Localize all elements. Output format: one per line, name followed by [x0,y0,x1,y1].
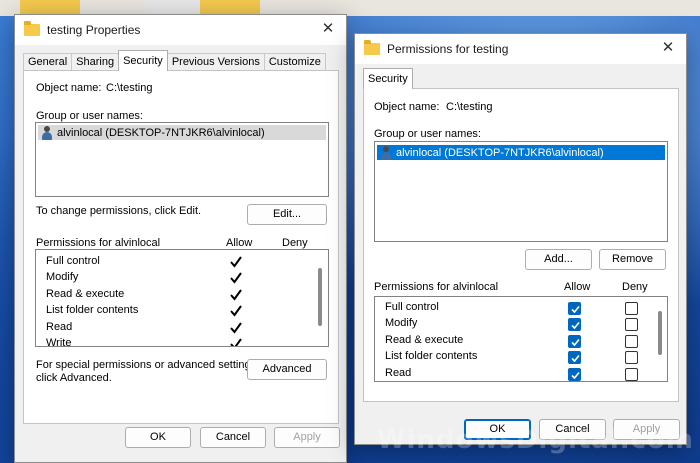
permission-row: Modify [46,271,79,283]
permissions-list[interactable]: Full control Modify Read & execute List … [35,249,329,347]
permission-row: Full control [385,301,439,313]
user-list-item[interactable]: alvinlocal (DESKTOP-7NTJKR6\alvinlocal) [377,145,665,160]
permission-row: Write [46,337,72,347]
advanced-button[interactable]: Advanced [247,359,327,380]
tab-general[interactable]: General [23,53,73,71]
remove-button[interactable]: Remove [599,249,666,270]
allow-check-icon [230,305,242,317]
deny-checkbox[interactable] [625,302,638,315]
permissions-label: Permissions for alvinlocal [374,281,499,293]
deny-checkbox[interactable] [625,351,638,364]
deny-header: Deny [622,281,648,293]
tab-customize[interactable]: Customize [263,53,326,71]
permissions-label: Permissions for alvinlocal [36,237,161,249]
allow-checkbox[interactable] [568,335,581,348]
permission-row: Read & execute [46,288,125,300]
permission-row: Modify [385,317,418,329]
allow-checkbox[interactable] [568,302,581,315]
object-name-label: Object name: [374,101,440,113]
allow-check-icon [230,272,242,284]
permission-row: Read & execute [385,334,464,346]
deny-checkbox[interactable] [625,368,638,381]
special-permissions-hint-2: click Advanced. [36,372,112,384]
user-listbox[interactable]: alvinlocal (DESKTOP-7NTJKR6\alvinlocal) [35,122,329,197]
permissions-titlebar[interactable]: Permissions for testing ✕ [355,34,686,64]
ok-button[interactable]: OK [125,427,191,448]
window-title: Permissions for testing [387,42,509,56]
user-listbox[interactable]: alvinlocal (DESKTOP-7NTJKR6\alvinlocal) [374,141,668,242]
change-permissions-hint: To change permissions, click Edit. [36,205,202,217]
permission-row: Read [385,367,412,379]
group-label: Group or user names: [374,128,481,140]
properties-window: testing Properties ✕ General Sharing Sec… [14,14,347,463]
tab-previous-versions[interactable]: Previous Versions [166,53,265,71]
user-icon [40,125,54,140]
deny-checkbox[interactable] [625,335,638,348]
close-icon[interactable]: ✕ [320,21,336,37]
allow-header: Allow [564,281,591,293]
properties-titlebar[interactable]: testing Properties ✕ [15,15,346,45]
add-button[interactable]: Add... [525,249,592,270]
permission-row: List folder contents [385,350,478,362]
allow-check-icon [230,256,242,268]
security-tab-page: Object name: C:\testing Group or user na… [23,70,339,424]
tab-sharing[interactable]: Sharing [71,53,120,71]
apply-button: Apply [274,427,340,448]
user-name: alvinlocal (DESKTOP-7NTJKR6\alvinlocal) [396,146,604,159]
folder-icon [364,40,380,55]
deny-checkbox[interactable] [625,318,638,331]
permission-row: Full control [46,255,100,267]
folder-icon [24,21,40,36]
permissions-scrollbar[interactable] [318,268,322,326]
permissions-scrollbar[interactable] [658,311,662,355]
object-name-label: Object name: [36,82,102,94]
tab-security[interactable]: Security [363,68,413,89]
security-tab-page: Object name: C:\testing Group or user na… [363,88,679,402]
allow-header: Allow [226,237,253,249]
user-icon [379,145,393,160]
object-name-value: C:\testing [446,101,493,113]
allow-checkbox[interactable] [568,368,581,381]
cancel-button[interactable]: Cancel [200,427,266,448]
group-label: Group or user names: [36,110,143,122]
allow-checkbox[interactable] [568,318,581,331]
allow-checkbox[interactable] [568,351,581,364]
user-name: alvinlocal (DESKTOP-7NTJKR6\alvinlocal) [57,126,265,139]
permission-row: Read [46,321,73,333]
object-name-value: C:\testing [106,82,153,94]
allow-check-icon [230,289,242,301]
tab-strip: General Sharing Security Previous Versio… [23,50,326,71]
user-list-item[interactable]: alvinlocal (DESKTOP-7NTJKR6\alvinlocal) [38,125,326,140]
window-title: testing Properties [47,23,141,37]
permission-row: List folder contents [46,304,139,316]
deny-header: Deny [282,237,308,249]
permissions-list[interactable]: Full control Modify Read & execute List … [374,296,668,382]
tab-strip: Security [363,68,413,89]
edit-button[interactable]: Edit... [247,204,327,225]
permissions-window: Permissions for testing ✕ Security Objec… [354,33,687,445]
allow-check-icon [230,338,242,346]
tab-security[interactable]: Security [118,50,168,71]
allow-check-icon [230,322,242,334]
special-permissions-hint: For special permissions or advanced sett… [36,359,260,371]
close-icon[interactable]: ✕ [660,40,676,56]
watermark-text: WindowsDigital.com [376,425,694,455]
